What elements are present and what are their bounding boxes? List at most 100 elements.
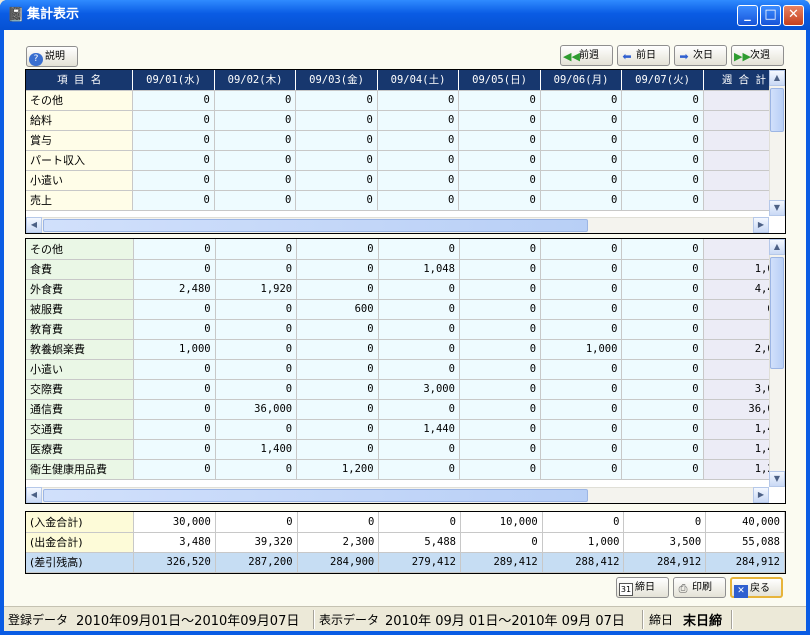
cell-value: 1,000 bbox=[542, 532, 625, 553]
cell-value: 0 bbox=[214, 90, 297, 111]
cell-value: 0 bbox=[459, 359, 542, 380]
income-row[interactable]: 売上 0 0 0 0 0 0 0 bbox=[26, 190, 785, 211]
scroll-down-icon[interactable]: ▼ bbox=[769, 200, 785, 216]
scroll-right-icon[interactable]: ▶ bbox=[753, 487, 769, 503]
summary-table: (入金合計) 30,000 0 0 0 10,000 0 0 40,000 (出金合計) 3,480… bbox=[26, 512, 785, 573]
print-button[interactable]: ⎙ 印刷 bbox=[673, 577, 726, 598]
cell-value: 36,000 bbox=[215, 399, 298, 420]
scroll-thumb[interactable] bbox=[43, 489, 588, 502]
expense-row[interactable]: 衛生健康用品費 0 0 1,200 0 0 0 0 1,20 bbox=[26, 459, 785, 480]
income-vertical-scrollbar[interactable]: ▲ ▼ bbox=[769, 70, 785, 216]
cell-value: 0 bbox=[377, 130, 460, 151]
prev-week-button[interactable]: ◀◀前週 bbox=[560, 45, 613, 66]
cell-value: 1,400 bbox=[215, 439, 298, 460]
cell-value: 0 bbox=[459, 299, 542, 320]
summary-row[interactable]: (出金合計) 3,480 39,320 2,300 5,488 0 1,000 3,500 55… bbox=[26, 532, 785, 553]
expense-vertical-scrollbar[interactable]: ▲ ▼ bbox=[769, 239, 785, 487]
expense-horizontal-scrollbar[interactable]: ◀ ▶ bbox=[26, 487, 769, 503]
expense-row[interactable]: 医療費 0 1,400 0 0 0 0 0 1,40 bbox=[26, 439, 785, 460]
income-horizontal-scrollbar[interactable]: ◀ ▶ bbox=[26, 217, 769, 233]
row-name: 衛生健康用品費 bbox=[26, 459, 135, 480]
cell-value: 3,480 bbox=[133, 532, 216, 553]
cell-value: 0 bbox=[133, 319, 216, 340]
scroll-thumb[interactable] bbox=[770, 88, 784, 132]
expense-row[interactable]: 外食費 2,480 1,920 0 0 0 0 0 4,40 bbox=[26, 279, 785, 300]
cell-value: 0 bbox=[214, 190, 297, 211]
cell-value: 0 bbox=[378, 512, 461, 533]
cell-value: 600 bbox=[296, 299, 379, 320]
scroll-thumb[interactable] bbox=[770, 257, 784, 369]
expense-row[interactable]: 小遣い 0 0 0 0 0 0 0 bbox=[26, 359, 785, 380]
scroll-up-icon[interactable]: ▲ bbox=[769, 70, 785, 86]
cell-value: 0 bbox=[621, 150, 704, 171]
maximize-button[interactable]: □ bbox=[760, 5, 781, 26]
cell-value: 0 bbox=[214, 110, 297, 131]
cell-value: 0 bbox=[132, 110, 215, 131]
cell-value: 0 bbox=[623, 512, 707, 533]
expense-row[interactable]: 教育費 0 0 0 0 0 0 0 bbox=[26, 319, 785, 340]
close-x-icon: ✕ bbox=[734, 585, 748, 598]
cell-value: 3,000 bbox=[378, 379, 460, 400]
column-header[interactable]: 09/06(月) bbox=[540, 70, 623, 91]
cell-value: 284,900 bbox=[297, 552, 380, 573]
cell-value: 1,440 bbox=[378, 419, 460, 440]
income-row[interactable]: 賞与 0 0 0 0 0 0 0 bbox=[26, 130, 785, 151]
cell-value: 0 bbox=[215, 299, 298, 320]
display-data-label: 表示データ bbox=[319, 613, 380, 627]
next-week-button[interactable]: ▶▶次週 bbox=[731, 45, 784, 66]
row-name: 外食費 bbox=[26, 279, 135, 300]
back-button[interactable]: ✕ 戻る bbox=[730, 577, 783, 598]
scroll-up-icon[interactable]: ▲ bbox=[769, 239, 785, 255]
cell-value: 284,912 bbox=[623, 552, 707, 573]
cell-value: 0 bbox=[133, 399, 216, 420]
expense-row[interactable]: 食費 0 0 0 1,048 0 0 0 1,04 bbox=[26, 259, 785, 280]
expense-row[interactable]: 通信費 0 36,000 0 0 0 0 0 36,00 bbox=[26, 399, 785, 420]
expense-row[interactable]: 交通費 0 0 0 1,440 0 0 0 1,44 bbox=[26, 419, 785, 440]
expense-row[interactable]: 交際費 0 0 0 3,000 0 0 0 3,00 bbox=[26, 379, 785, 400]
cell-value: 0 bbox=[133, 419, 216, 440]
column-header[interactable]: 09/07(火) bbox=[621, 70, 704, 91]
calendar-icon: 31 bbox=[619, 583, 633, 596]
row-name: その他 bbox=[26, 239, 135, 260]
cell-value: 0 bbox=[458, 170, 541, 191]
minimize-button[interactable]: _ bbox=[737, 5, 758, 26]
scroll-right-icon[interactable]: ▶ bbox=[753, 217, 769, 233]
column-header[interactable]: 09/01(水) bbox=[132, 70, 215, 91]
column-header[interactable]: 09/03(金) bbox=[295, 70, 378, 91]
income-row[interactable]: パート収入 0 0 0 0 0 0 0 bbox=[26, 150, 785, 171]
column-header[interactable]: 09/04(土) bbox=[377, 70, 460, 91]
prev-day-button[interactable]: ⬅ 前日 bbox=[617, 45, 670, 66]
cell-value: 0 bbox=[540, 279, 623, 300]
row-name: パート収入 bbox=[26, 150, 134, 171]
scroll-thumb[interactable] bbox=[43, 219, 588, 232]
column-header[interactable]: 09/02(木) bbox=[214, 70, 297, 91]
help-button[interactable]: ? 説明 bbox=[26, 46, 78, 67]
cell-value: 0 bbox=[377, 170, 460, 191]
column-header[interactable]: 09/05(日) bbox=[458, 70, 541, 91]
cell-value: 0 bbox=[621, 299, 704, 320]
scroll-left-icon[interactable]: ◀ bbox=[26, 487, 42, 503]
summary-row[interactable]: (差引残高) 326,520 287,200 284,900 279,412 289,41… bbox=[26, 552, 785, 573]
expense-row[interactable]: その他 0 0 0 0 0 0 0 bbox=[26, 239, 785, 260]
cell-value: 0 bbox=[458, 110, 541, 131]
close-button[interactable]: ✕ bbox=[783, 5, 804, 26]
close-day-button[interactable]: 31 締日 bbox=[616, 577, 669, 598]
expense-row[interactable]: 被服費00600000060 bbox=[26, 299, 785, 320]
scroll-left-icon[interactable]: ◀ bbox=[26, 217, 42, 233]
income-row[interactable]: 小遣い 0 0 0 0 0 0 0 bbox=[26, 170, 785, 191]
column-header[interactable]: 項 目 名 bbox=[26, 70, 134, 91]
row-name: その他 bbox=[26, 90, 134, 111]
status-bar: 登録データ 2010年09月01日～2010年09月07日 表示データ 2010… bbox=[4, 606, 806, 631]
row-name: (差引残高) bbox=[26, 552, 135, 573]
cell-value: 0 bbox=[621, 170, 704, 191]
next-day-button[interactable]: ➡ 次日 bbox=[674, 45, 727, 66]
window-title: 集計表示 bbox=[27, 7, 80, 22]
scroll-down-icon[interactable]: ▼ bbox=[769, 471, 785, 487]
cell-value: 0 bbox=[132, 90, 215, 111]
cell-value: 0 bbox=[215, 379, 298, 400]
income-row[interactable]: 給料 0 0 0 0 0 0 0 bbox=[26, 110, 785, 131]
income-row[interactable]: その他 0 0 0 0 0 0 0 bbox=[26, 90, 785, 111]
expense-row[interactable]: 教養娯楽費 1,000 0 0 0 0 1,000 0 2,00 bbox=[26, 339, 785, 360]
summary-row[interactable]: (入金合計) 30,000 0 0 0 10,000 0 0 40,000 bbox=[26, 512, 785, 533]
cell-value: 0 bbox=[459, 339, 542, 360]
